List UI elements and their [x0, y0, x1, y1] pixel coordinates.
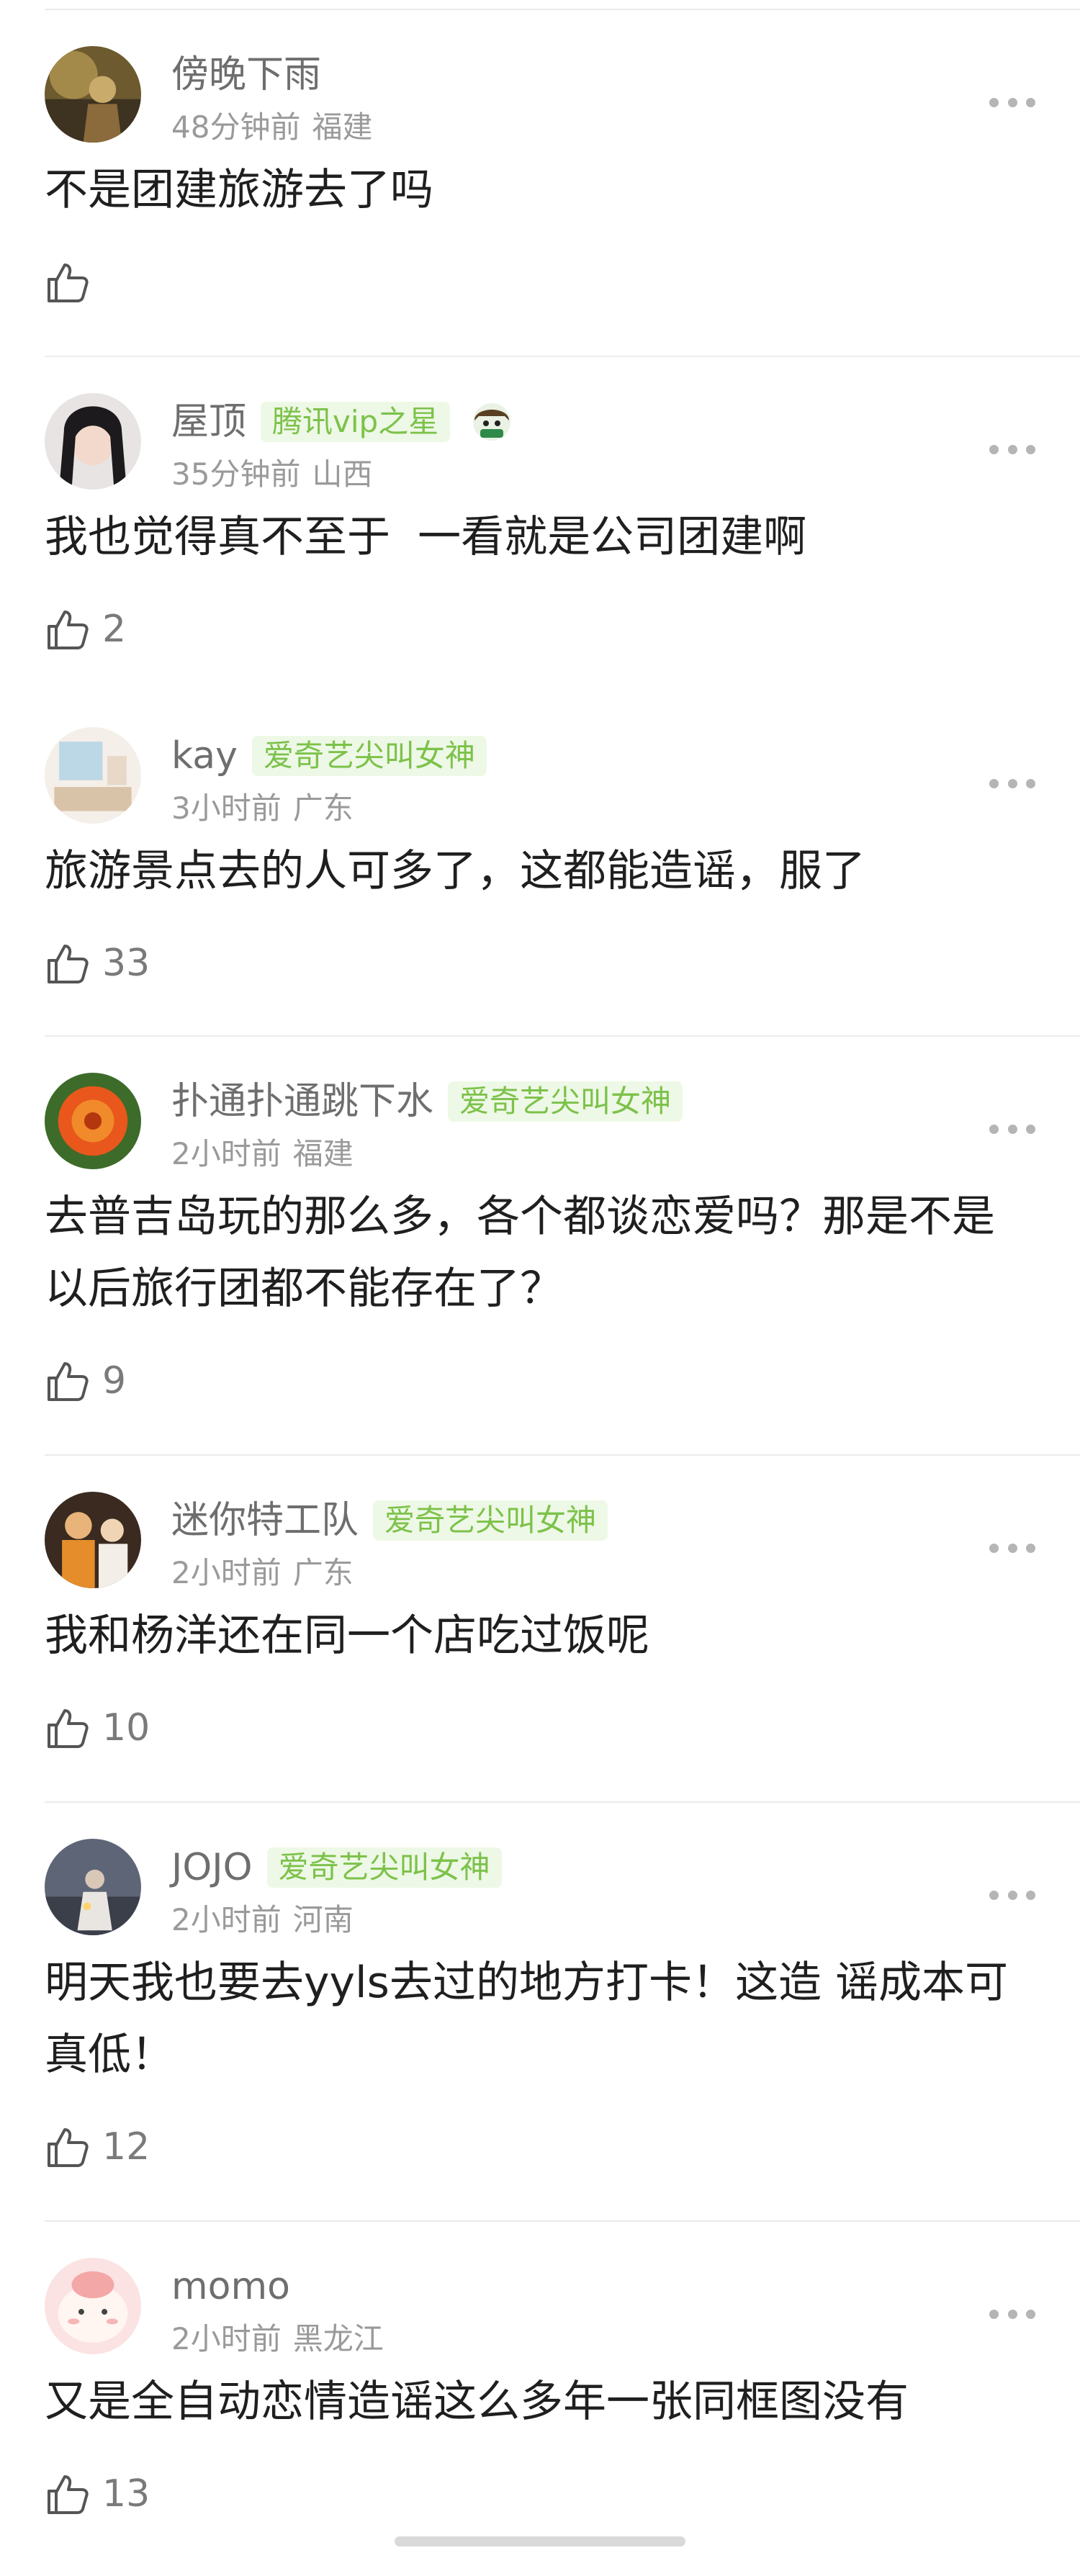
username[interactable]: kay [171, 734, 238, 778]
more-options-icon[interactable] [989, 1888, 1035, 1902]
comment-time: 48分钟前 [171, 109, 301, 145]
username[interactable]: 傍晚下雨 [171, 53, 321, 96]
name-row: JOJO 爱奇艺尖叫女神 [171, 1846, 502, 1889]
avatar[interactable] [45, 393, 141, 490]
like-count: 10 [102, 1706, 150, 1749]
more-options-icon[interactable] [989, 442, 1035, 456]
username[interactable]: 屋顶 [171, 400, 246, 443]
comment-actions: 9 [45, 1345, 1080, 1463]
comment-location: 广东 [292, 791, 354, 826]
comment-item: JOJO 爱奇艺尖叫女神 2小时前 河南 明天我也要去yyls去过的地方打卡！这造… [0, 1803, 1080, 2222]
comment-header: kay 爱奇艺尖叫女神 3小时前 广东 [45, 691, 1080, 826]
comment-meta: 48分钟前 福建 [171, 109, 372, 145]
comment-location: 黑龙江 [292, 2321, 384, 2356]
comment-header: JOJO 爱奇艺尖叫女神 2小时前 河南 [45, 1803, 1080, 1937]
comment-meta: 35分钟前 山西 [171, 456, 372, 492]
comment-location: 山西 [312, 456, 373, 492]
comment-list: 傍晚下雨 48分钟前福建 不是团建旅游去了吗 屋顶 腾讯vip之星 35分钟前 [0, 10, 1080, 2567]
thumbs-up-icon[interactable] [45, 1705, 91, 1751]
comment-time: 2小时前 [171, 1902, 282, 1937]
username[interactable]: 迷你特工队 [171, 1499, 359, 1542]
comment-meta: 2小时前 河南 [171, 1902, 354, 1938]
like-count: 13 [102, 2472, 150, 2516]
thumbs-up-icon[interactable] [45, 2124, 91, 2170]
name-row: 屋顶 腾讯vip之星 [171, 400, 513, 443]
vip-badge[interactable]: 爱奇艺尖叫女神 [266, 1847, 502, 1888]
vip-badge[interactable]: 腾讯vip之星 [261, 402, 451, 442]
comment-location: 福建 [312, 109, 373, 145]
comment-header: momo 2小时前 黑龙江 [45, 2222, 1080, 2356]
vip-badge[interactable]: 爱奇艺尖叫女神 [373, 1500, 608, 1541]
comment-meta: 2小时前 黑龙江 [171, 2321, 384, 2357]
more-options-icon[interactable] [989, 95, 1035, 109]
name-row: kay 爱奇艺尖叫女神 [171, 734, 487, 778]
more-options-icon[interactable] [989, 1541, 1035, 1555]
home-indicator[interactable] [395, 2536, 685, 2546]
username[interactable]: JOJO [171, 1846, 253, 1889]
comment-meta: 2小时前 福建 [171, 1136, 354, 1172]
vip-badge[interactable]: 爱奇艺尖叫女神 [251, 736, 487, 776]
comment-time: 2小时前 [171, 1555, 282, 1590]
comment-meta: 3小时前 广东 [171, 791, 354, 827]
thumbs-up-icon[interactable] [45, 940, 91, 986]
comment-location: 福建 [292, 1136, 354, 1171]
comment-time: 3小时前 [171, 791, 282, 826]
comment-actions [45, 246, 1080, 364]
comment-item: 扑通扑通跳下水 爱奇艺尖叫女神 2小时前 福建 去普吉岛玩的那么多，各个都谈恋爱吗… [0, 1037, 1080, 1456]
comment-time: 2小时前 [171, 1136, 282, 1171]
like-count: 12 [102, 2125, 150, 2169]
comment-item: 迷你特工队 爱奇艺尖叫女神 2小时前 广东 我和杨洋还在同一个店吃过饭呢 10 [0, 1456, 1080, 1803]
comment-time: 35分钟前 [171, 456, 301, 492]
comment-time: 2小时前 [171, 2321, 282, 2356]
avatar[interactable] [45, 727, 141, 824]
more-options-icon[interactable] [989, 776, 1035, 791]
vip-badge[interactable]: 爱奇艺尖叫女神 [448, 1081, 683, 1122]
comment-location: 河南 [292, 1902, 354, 1937]
comment-header: 迷你特工队 爱奇艺尖叫女神 2小时前 广东 [45, 1456, 1080, 1590]
comment-item: kay 爱奇艺尖叫女神 3小时前 广东 旅游景点去的人可多了，这都能造谣，服了 3… [0, 691, 1080, 1037]
thumbs-up-icon[interactable] [45, 606, 91, 652]
name-row: 扑通扑通跳下水 爱奇艺尖叫女神 [171, 1080, 683, 1123]
comment-item: 傍晚下雨 48分钟前 福建 不是团建旅游去了吗 [0, 10, 1080, 357]
avatar[interactable] [45, 46, 141, 143]
comment-meta: 2小时前 广东 [171, 1555, 354, 1591]
comment-item: 屋顶 腾讯vip之星 35分钟前 山西 我也觉得真不至于 一看就是公司团建啊 2 [0, 357, 1080, 691]
avatar[interactable] [45, 1839, 141, 1935]
thumbs-up-icon[interactable] [45, 2471, 91, 2517]
more-options-icon[interactable] [989, 1122, 1035, 1136]
chibi-emoji-icon [473, 403, 511, 441]
avatar[interactable] [45, 2258, 141, 2354]
name-row: momo [171, 2265, 290, 2308]
comment-location: 广东 [292, 1555, 354, 1590]
comment-header: 傍晚下雨 48分钟前 福建 [45, 10, 1080, 145]
comment-actions: 33 [45, 927, 1080, 1045]
avatar[interactable] [45, 1073, 141, 1169]
more-options-icon[interactable] [989, 2307, 1035, 2321]
like-count: 33 [102, 942, 150, 985]
comment-actions: 13 [45, 2458, 1080, 2576]
comment-actions: 10 [45, 1692, 1080, 1810]
like-count: 2 [102, 608, 127, 651]
comment-header: 屋顶 腾讯vip之星 35分钟前 山西 [45, 357, 1080, 492]
thumbs-up-icon[interactable] [45, 259, 91, 305]
comment-actions: 12 [45, 2111, 1080, 2229]
comment-header: 扑通扑通跳下水 爱奇艺尖叫女神 2小时前 福建 [45, 1037, 1080, 1171]
username[interactable]: momo [171, 2265, 290, 2308]
thumbs-up-icon[interactable] [45, 1358, 91, 1404]
comment-item: momo 2小时前 黑龙江 又是全自动恋情造谣这么多年一张同框图没有 13 [0, 2222, 1080, 2567]
name-row: 迷你特工队 爱奇艺尖叫女神 [171, 1499, 608, 1542]
username[interactable]: 扑通扑通跳下水 [171, 1080, 433, 1123]
avatar[interactable] [45, 1492, 141, 1588]
like-count: 9 [102, 1359, 127, 1402]
name-row: 傍晚下雨 [171, 53, 321, 96]
